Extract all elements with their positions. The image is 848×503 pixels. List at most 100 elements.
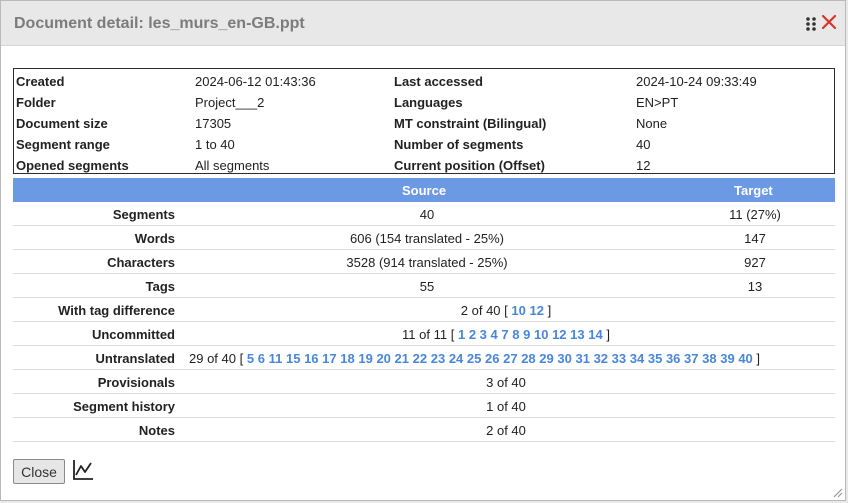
row-label: Segment history	[73, 399, 175, 414]
segment-links: 5 6 11 15 16 17 18 19 20 21 22 23 24 25 …	[247, 351, 753, 366]
bracket-open: [	[239, 351, 244, 366]
row-label: Provisionals	[97, 375, 175, 390]
segment-link[interactable]: 12	[552, 327, 566, 342]
segment-link-list: 2 of 40 [ 10 12 ]	[461, 303, 551, 318]
source-value: 55	[419, 279, 435, 294]
segment-link[interactable]: 24	[449, 351, 463, 366]
segment-link[interactable]: 6	[258, 351, 265, 366]
bracket-open: [	[450, 327, 455, 342]
segment-link[interactable]: 21	[395, 351, 409, 366]
segment-link[interactable]: 11	[269, 351, 283, 366]
info-key: Number of segments	[394, 137, 524, 152]
segment-link-list: 29 of 40 [ 5 6 11 15 16 17 18 19 20 21 2…	[189, 351, 760, 366]
segment-link[interactable]: 28	[521, 351, 535, 366]
info-value: None	[636, 116, 668, 131]
segment-link[interactable]: 17	[322, 351, 336, 366]
info-row: Created 2024-06-12 01:43:36 Last accesse…	[14, 71, 834, 92]
drag-grip-icon[interactable]	[805, 16, 817, 32]
segment-link[interactable]: 31	[575, 351, 589, 366]
stats-row-uncommitted: Uncommitted 11 of 11 [ 1 2 3 4 7 8 9 10 …	[13, 322, 835, 346]
stats-header: Source Target	[13, 178, 835, 202]
segment-link[interactable]: 36	[666, 351, 680, 366]
segment-link[interactable]: 33	[612, 351, 626, 366]
segment-link[interactable]: 29	[539, 351, 553, 366]
info-key: MT constraint (Bilingual)	[394, 116, 547, 131]
segment-link[interactable]: 9	[523, 327, 530, 342]
info-key: Languages	[394, 95, 463, 110]
info-row: Segment range 1 to 40 Number of segments…	[14, 134, 834, 155]
segment-link[interactable]: 30	[557, 351, 571, 366]
segment-link[interactable]: 23	[431, 351, 445, 366]
info-value: 2024-06-12 01:43:36	[195, 74, 316, 89]
segment-link[interactable]: 7	[501, 327, 508, 342]
info-key: Current position (Offset)	[394, 158, 545, 173]
dialog-titlebar[interactable]: Document detail: les_murs_en-GB.ppt	[1, 1, 845, 46]
segment-link[interactable]: 40	[738, 351, 752, 366]
source-value: 606 (154 translated - 25%)	[350, 231, 504, 246]
segment-link[interactable]: 3	[480, 327, 487, 342]
row-label: Tags	[145, 279, 175, 294]
resize-grip-icon[interactable]	[831, 486, 843, 498]
close-icon[interactable]	[820, 13, 838, 31]
bracket-open: [	[504, 303, 508, 318]
stats-row-untranslated: Untranslated 29 of 40 [ 5 6 11 15 16 17 …	[13, 346, 835, 370]
row-label: Untranslated	[95, 351, 175, 366]
segment-link-list: 11 of 11 [ 1 2 3 4 7 8 9 10 12 13 14 ]	[402, 327, 610, 342]
info-key: Folder	[16, 95, 56, 110]
segment-link[interactable]: 26	[485, 351, 499, 366]
segment-link[interactable]: 8	[512, 327, 519, 342]
info-value: 2024-10-24 09:33:49	[636, 74, 757, 89]
target-value: 11 (27%)	[729, 207, 781, 222]
segment-link[interactable]: 37	[684, 351, 698, 366]
bracket-close: ]	[606, 327, 610, 342]
segment-link[interactable]: 38	[702, 351, 716, 366]
segment-link[interactable]: 22	[413, 351, 427, 366]
stats-row-characters: Characters 3528 (914 translated - 25%) 9…	[13, 250, 835, 274]
row-label: Uncommitted	[91, 327, 175, 342]
dialog-title: Document detail: les_murs_en-GB.ppt	[14, 15, 305, 32]
segment-link[interactable]: 34	[630, 351, 644, 366]
segment-link[interactable]: 32	[594, 351, 608, 366]
bracket-close: ]	[756, 351, 761, 366]
segment-count: 29 of 40	[189, 351, 236, 366]
info-value: Project___2	[195, 95, 265, 110]
stats-row-segment-history: Segment history 1 of 40	[13, 394, 835, 418]
info-row: Document size 17305 MT constraint (Bilin…	[14, 113, 834, 134]
source-value: 3528 (914 translated - 25%)	[346, 255, 508, 270]
target-value: 927	[744, 255, 766, 270]
segment-link[interactable]: 10	[534, 327, 548, 342]
segment-link[interactable]: 25	[467, 351, 481, 366]
segment-link[interactable]: 19	[358, 351, 372, 366]
segment-link[interactable]: 12	[530, 303, 544, 318]
info-value: 12	[636, 158, 651, 173]
info-key: Segment range	[16, 137, 110, 152]
chart-icon[interactable]	[72, 459, 94, 481]
segment-link[interactable]: 39	[720, 351, 734, 366]
segment-link[interactable]: 20	[376, 351, 390, 366]
segment-link[interactable]: 14	[588, 327, 602, 342]
row-label: Characters	[107, 255, 175, 270]
segment-link[interactable]: 18	[340, 351, 354, 366]
close-button[interactable]: Close	[13, 459, 65, 484]
info-key: Last accessed	[394, 74, 483, 89]
segment-link[interactable]: 27	[503, 351, 517, 366]
segment-link[interactable]: 15	[286, 351, 300, 366]
row-value: 1 of 40	[486, 399, 526, 414]
info-value: 40	[636, 137, 651, 152]
segment-link[interactable]: 16	[304, 351, 318, 366]
info-value: All segments	[195, 158, 270, 173]
info-key: Created	[16, 74, 65, 89]
row-label: With tag difference	[58, 303, 175, 318]
target-header: Target	[734, 183, 773, 198]
document-info-box: Created 2024-06-12 01:43:36 Last accesse…	[13, 68, 835, 174]
segment-link[interactable]: 13	[570, 327, 584, 342]
segment-link[interactable]: 35	[648, 351, 662, 366]
segment-links: 10 12	[511, 303, 544, 318]
segment-link[interactable]: 2	[469, 327, 476, 342]
stats-row-provisionals: Provisionals 3 of 40	[13, 370, 835, 394]
segment-link[interactable]: 4	[491, 327, 498, 342]
stats-row-notes: Notes 2 of 40	[13, 418, 835, 442]
segment-link[interactable]: 5	[247, 351, 254, 366]
segment-link[interactable]: 1	[458, 327, 465, 342]
segment-link[interactable]: 10	[511, 303, 525, 318]
